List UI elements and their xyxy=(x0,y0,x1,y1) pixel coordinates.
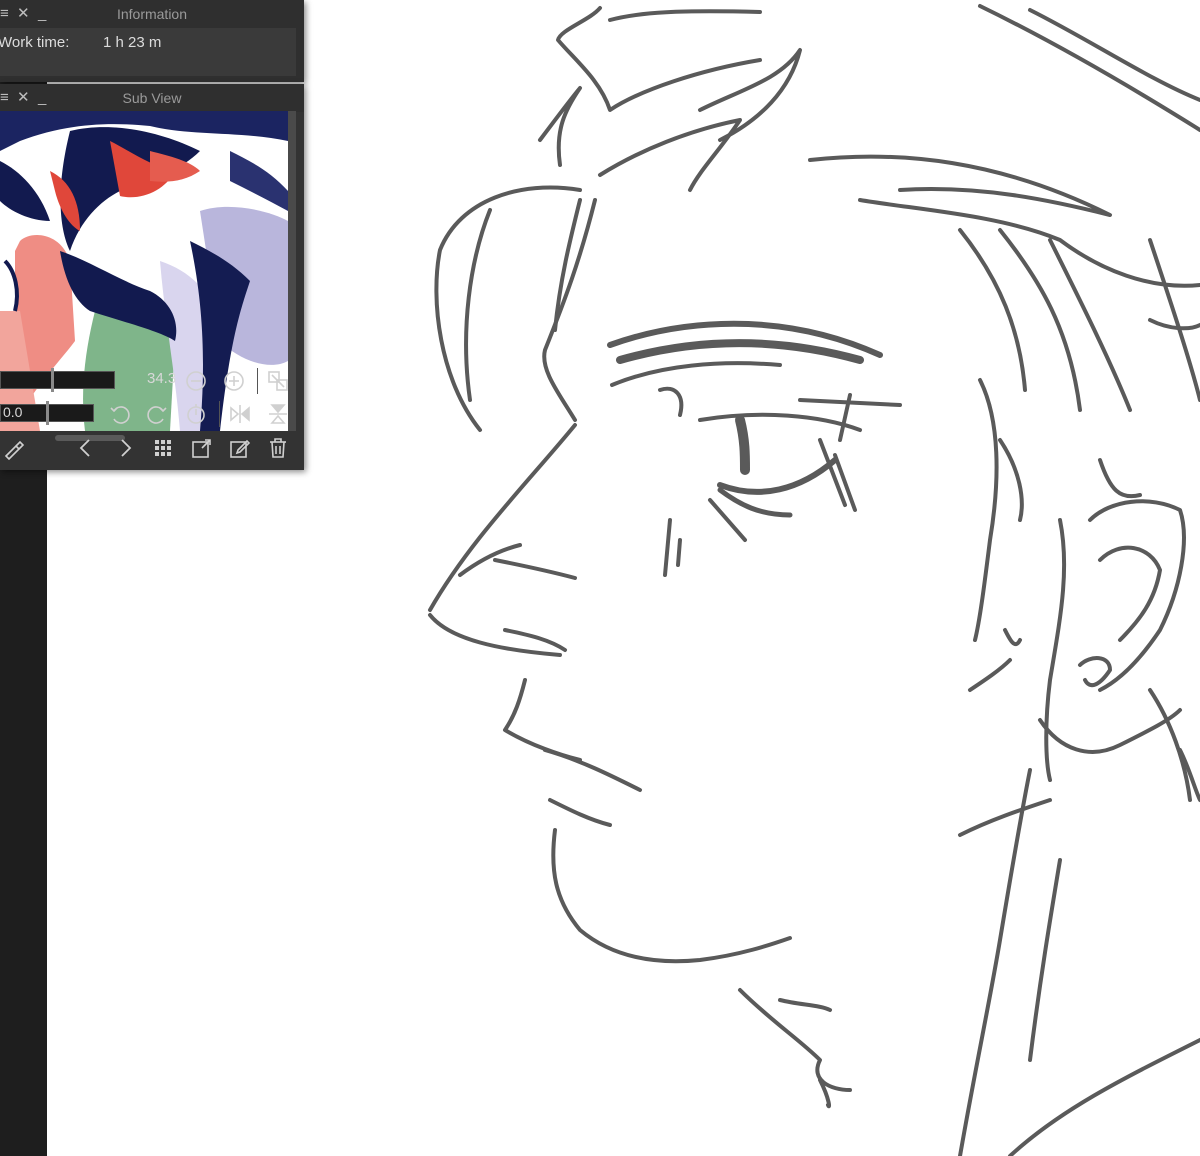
next-image-button[interactable] xyxy=(111,434,139,462)
zoom-out-button[interactable] xyxy=(182,367,210,395)
zoom-in-button[interactable] xyxy=(220,367,248,395)
grid-view-button[interactable] xyxy=(149,434,177,462)
information-panel: ≡ ✕ _ Information Work time: 1 h 23 m xyxy=(0,0,304,82)
zoom-out-icon xyxy=(186,371,206,391)
toolbar-separator xyxy=(219,401,220,427)
next-icon xyxy=(121,439,132,457)
fit-view-button[interactable] xyxy=(264,367,292,395)
flip-vertical-icon xyxy=(269,404,287,424)
rotate-left-icon xyxy=(110,406,130,424)
rotate-left-button[interactable] xyxy=(106,400,134,428)
flip-vertical-button[interactable] xyxy=(264,400,292,428)
rotation-slider[interactable]: 0.0 xyxy=(0,401,94,425)
flip-horizontal-icon xyxy=(230,405,250,423)
information-titlebar[interactable]: ≡ ✕ _ Information xyxy=(0,0,304,28)
import-image-icon xyxy=(192,439,211,458)
reset-rotation-icon xyxy=(187,404,205,424)
fit-view-icon xyxy=(268,371,288,391)
reset-rotation-button[interactable] xyxy=(182,400,210,428)
zoom-value: 34.3 xyxy=(147,370,177,387)
rotate-right-button[interactable] xyxy=(143,400,171,428)
zoom-slider[interactable] xyxy=(0,368,115,392)
sub-view-titlebar[interactable]: ≡ ✕ _ Sub View xyxy=(0,84,304,112)
delete-icon xyxy=(270,438,286,458)
sub-view-panel: ≡ ✕ _ Sub View 34.3 0.0 xyxy=(0,84,304,470)
eyedropper-icon xyxy=(4,440,25,460)
work-time-value: 1 h 23 m xyxy=(103,34,162,51)
flip-horizontal-button[interactable] xyxy=(226,400,254,428)
previous-image-button[interactable] xyxy=(72,434,100,462)
previous-icon xyxy=(79,439,90,457)
sub-view-title: Sub View xyxy=(122,90,182,106)
eyedropper-button[interactable] xyxy=(0,434,28,462)
zoom-in-icon xyxy=(224,371,244,391)
import-image-button[interactable] xyxy=(188,434,216,462)
zoom-slider-thumb[interactable] xyxy=(51,368,54,392)
rotate-right-icon xyxy=(147,406,167,424)
rotation-slider-thumb[interactable] xyxy=(46,401,49,425)
toolbar-separator xyxy=(257,368,258,394)
edit-image-button[interactable] xyxy=(226,434,254,462)
information-body: Work time: 1 h 23 m xyxy=(0,28,296,76)
information-title: Information xyxy=(116,6,188,22)
work-time-label: Work time: xyxy=(0,34,70,51)
delete-image-button[interactable] xyxy=(264,434,292,462)
rotation-value: 0.0 xyxy=(3,404,23,420)
edit-image-icon xyxy=(230,439,251,458)
grid-view-icon xyxy=(155,440,171,456)
